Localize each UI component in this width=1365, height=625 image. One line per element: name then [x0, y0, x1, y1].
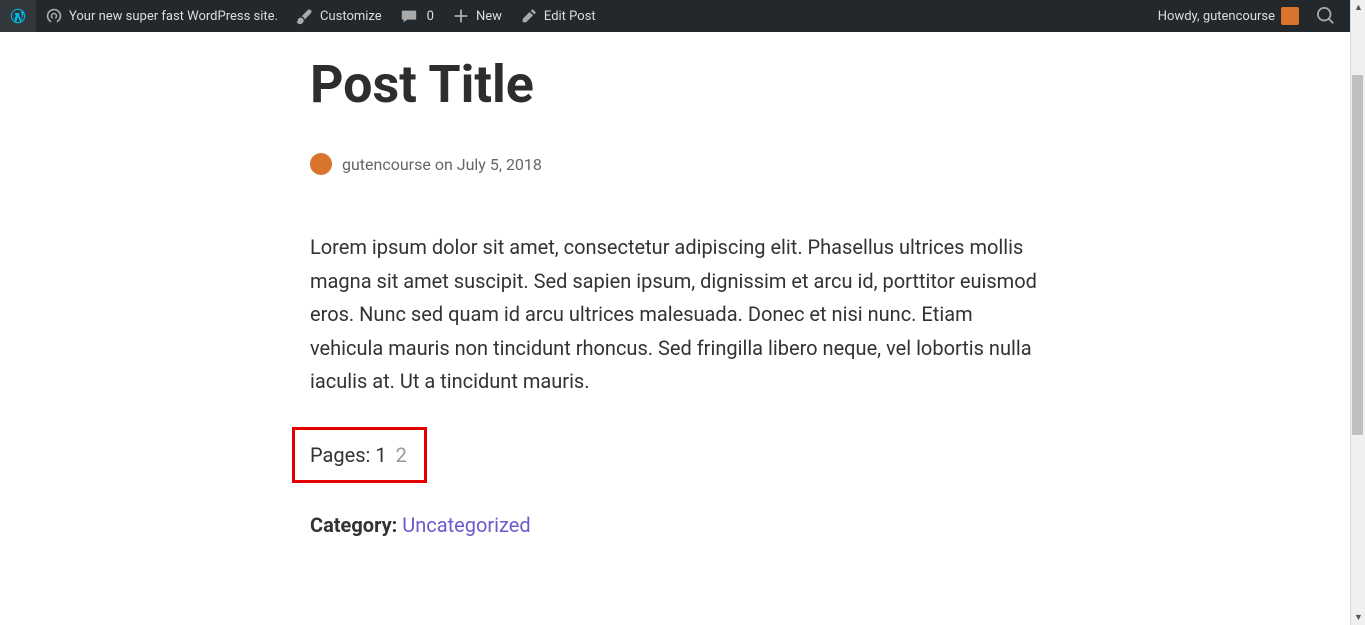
new-content-link[interactable]: New	[443, 0, 511, 32]
wordpress-icon	[9, 7, 27, 25]
comment-icon	[400, 7, 418, 25]
pencil-icon	[520, 7, 538, 25]
scroll-up-arrow[interactable]: ▲	[1351, 0, 1365, 15]
site-name-label: Your new super fast WordPress site.	[69, 9, 278, 24]
comments-count: 0	[427, 9, 434, 24]
search-icon	[1317, 7, 1335, 25]
author-link[interactable]: gutencourse	[342, 155, 431, 174]
category-label: Category:	[310, 513, 402, 537]
customize-link[interactable]: Customize	[287, 0, 391, 32]
new-content-label: New	[476, 9, 502, 24]
post-pagination: Pages: 1 2	[310, 443, 1040, 467]
post-date: July 5, 2018	[457, 155, 542, 174]
post-meta: gutencourse on July 5, 2018	[310, 153, 1040, 175]
plus-icon	[452, 7, 470, 25]
site-name-menu[interactable]: Your new super fast WordPress site.	[36, 0, 287, 32]
post-body: Lorem ipsum dolor sit amet, consectetur …	[310, 231, 1040, 399]
edit-post-label: Edit Post	[544, 9, 596, 24]
scroll-down-arrow[interactable]: ▼	[1351, 610, 1365, 625]
scroll-track[interactable]	[1351, 15, 1365, 610]
dashboard-icon	[45, 7, 63, 25]
author-avatar	[310, 153, 332, 175]
post-category: Category: Uncategorized	[310, 513, 1040, 537]
avatar	[1281, 7, 1299, 25]
scroll-thumb[interactable]	[1352, 75, 1363, 435]
comments-link[interactable]: 0	[391, 0, 443, 32]
wp-admin-bar: Your new super fast WordPress site. Cust…	[0, 0, 1350, 32]
brush-icon	[296, 7, 314, 25]
post-title: Post Title	[310, 54, 1040, 115]
pagination-page-2[interactable]: 2	[396, 443, 407, 467]
search-toggle[interactable]	[1308, 0, 1344, 32]
page-viewport: Post Title gutencourse on July 5, 2018 L…	[0, 32, 1350, 625]
edit-post-link[interactable]: Edit Post	[511, 0, 605, 32]
post-meta-text: gutencourse on July 5, 2018	[342, 155, 542, 174]
category-link[interactable]: Uncategorized	[402, 513, 530, 537]
my-account-link[interactable]: Howdy, gutencourse	[1149, 0, 1308, 32]
pagination-current: 1	[375, 443, 386, 467]
customize-label: Customize	[320, 9, 382, 24]
wp-logo-menu[interactable]	[0, 0, 36, 32]
browser-scrollbar[interactable]: ▲ ▼	[1350, 0, 1365, 625]
howdy-text: Howdy, gutencourse	[1158, 9, 1275, 24]
pagination-label: Pages:	[310, 443, 375, 467]
